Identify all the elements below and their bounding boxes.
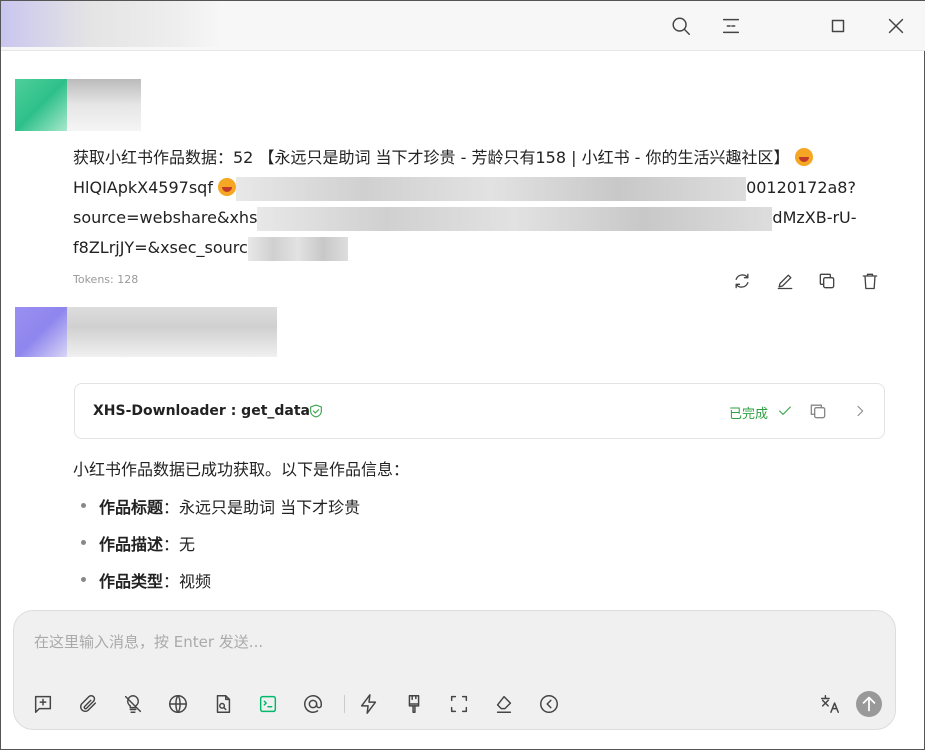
copy-icon[interactable]: [817, 271, 837, 291]
shield-check-icon: [308, 403, 324, 419]
collapse-icon[interactable]: [538, 693, 560, 715]
search-icon[interactable]: [670, 15, 692, 37]
send-button[interactable]: [856, 691, 882, 717]
regenerate-icon[interactable]: [732, 271, 752, 291]
attachment-icon[interactable]: [77, 693, 99, 715]
toolbar-divider: [344, 695, 345, 713]
intro-text: 小红书作品数据已成功获取。以下是作品信息：: [73, 456, 409, 480]
item-label: 作品描述: [99, 535, 163, 554]
item-value: ：永远只是助词 当下才珍贵: [163, 498, 360, 517]
paint-brush-icon[interactable]: [403, 693, 425, 715]
item-value: ：无: [163, 535, 195, 554]
check-icon: [777, 403, 793, 419]
list-item: 作品类型：视频: [73, 568, 409, 605]
message-line: source=webshare&xhs: [73, 208, 257, 227]
maximize-icon[interactable]: [827, 15, 849, 37]
message-input[interactable]: 在这里输入消息，按 Enter 发送...: [13, 610, 896, 730]
new-topic-icon[interactable]: [32, 693, 54, 715]
token-count: Tokens: 128: [73, 273, 138, 286]
item-label: 作品标题: [99, 498, 163, 517]
laughing-emoji-icon: [795, 148, 813, 166]
mcp-server-icon[interactable]: [257, 693, 279, 715]
knowledge-base-icon[interactable]: [212, 693, 234, 715]
redacted-text: [236, 177, 746, 201]
tool-call-card[interactable]: XHS-Downloader : get_data 已完成: [74, 383, 885, 439]
assistant-avatar: [15, 307, 67, 357]
translate-icon[interactable]: [819, 693, 841, 715]
redacted-text: [248, 237, 348, 261]
web-search-icon[interactable]: [167, 693, 189, 715]
user-avatar: [15, 79, 67, 131]
laughing-emoji-icon: [218, 178, 236, 196]
assistant-message: 小红书作品数据已成功获取。以下是作品信息： 作品标题：永远只是助词 当下才珍贵 …: [73, 456, 409, 605]
redacted-text: [257, 207, 772, 231]
fullscreen-icon[interactable]: [448, 693, 470, 715]
window-title-blurred: [1, 1, 221, 47]
user-message: 获取小红书作品数据：52 【永远只是助词 当下才珍贵 - 芳龄只有158 | 小…: [73, 143, 873, 263]
quick-phrase-icon[interactable]: [358, 693, 380, 715]
layout-toggle-icon[interactable]: [720, 15, 742, 37]
tool-name: XHS-Downloader : get_data: [93, 403, 310, 419]
close-icon[interactable]: [885, 15, 907, 37]
item-label: 作品类型: [99, 572, 163, 591]
copy-icon[interactable]: [808, 401, 828, 421]
message-line: HlQIApkX4597sqf: [73, 178, 213, 197]
mention-icon[interactable]: [302, 693, 324, 715]
message-line: f8ZLrjJY=&xsec_sourc: [73, 238, 248, 257]
list-item: 作品标题：永远只是助词 当下才珍贵: [73, 494, 409, 531]
message-line: 00120172a8?: [746, 178, 856, 197]
item-value: ：视频: [163, 572, 211, 591]
delete-icon[interactable]: [860, 271, 880, 291]
no-reasoning-icon[interactable]: [122, 693, 144, 715]
user-name-blurred: [67, 79, 141, 131]
clear-eraser-icon[interactable]: [493, 693, 515, 715]
assistant-name-blurred: [67, 307, 277, 357]
message-line: 获取小红书作品数据：52 【永远只是助词 当下才珍贵 - 芳龄只有158 | 小…: [73, 148, 790, 167]
input-placeholder: 在这里输入消息，按 Enter 发送...: [34, 631, 263, 652]
chevron-right-icon[interactable]: [852, 403, 868, 419]
title-bar: [1, 1, 925, 51]
message-line: dMzXB-rU-: [772, 208, 856, 227]
arrow-up-icon: [856, 691, 882, 717]
tool-status: 已完成: [729, 403, 768, 422]
edit-icon[interactable]: [775, 271, 795, 291]
list-item: 作品描述：无: [73, 531, 409, 568]
